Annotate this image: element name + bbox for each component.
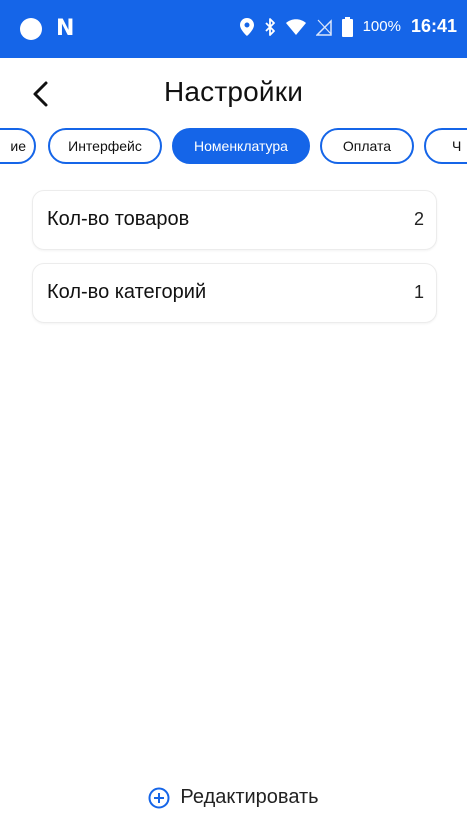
battery-icon: [341, 16, 353, 37]
tab-bar: ие Интерфейс Номенклатура Оплата Ч: [0, 126, 467, 170]
location-icon: [239, 17, 254, 36]
list-item-categories-count[interactable]: Кол-во категорий 1: [32, 263, 437, 323]
tab-partial-left[interactable]: ие: [0, 128, 36, 164]
tab-nomenclature[interactable]: Номенклатура: [172, 128, 310, 164]
wifi-icon: [285, 18, 306, 35]
list-item-value: 1: [413, 282, 424, 302]
edit-button[interactable]: Редактировать: [0, 786, 467, 809]
add-circle-icon: [148, 787, 170, 808]
status-time: 16:41: [410, 16, 457, 36]
status-bar-right: 100% 16:41: [239, 16, 457, 37]
list-item-label: Кол-во категорий: [47, 281, 207, 303]
bluetooth-icon: [264, 17, 275, 36]
status-bar-left: N: [20, 18, 74, 40]
page-title: Настройки: [163, 76, 304, 107]
status-bar: N 100% 16:41: [0, 0, 467, 58]
list-item-products-count[interactable]: Кол-во товаров 2: [32, 190, 437, 250]
notification-dot-icon: [20, 18, 42, 40]
no-sim-icon: [315, 18, 332, 36]
list-item-label: Кол-во товаров: [47, 208, 190, 230]
app-header: Настройки: [0, 58, 467, 126]
list-item-value: 2: [413, 209, 424, 229]
tab-partial-right[interactable]: Ч: [424, 128, 467, 164]
tab-interface[interactable]: Интерфейс: [48, 128, 162, 164]
tab-payment[interactable]: Оплата: [320, 128, 414, 164]
edit-button-label: Редактировать: [180, 786, 319, 808]
n-app-icon: N: [56, 16, 75, 41]
battery-percent: 100%: [362, 18, 401, 35]
